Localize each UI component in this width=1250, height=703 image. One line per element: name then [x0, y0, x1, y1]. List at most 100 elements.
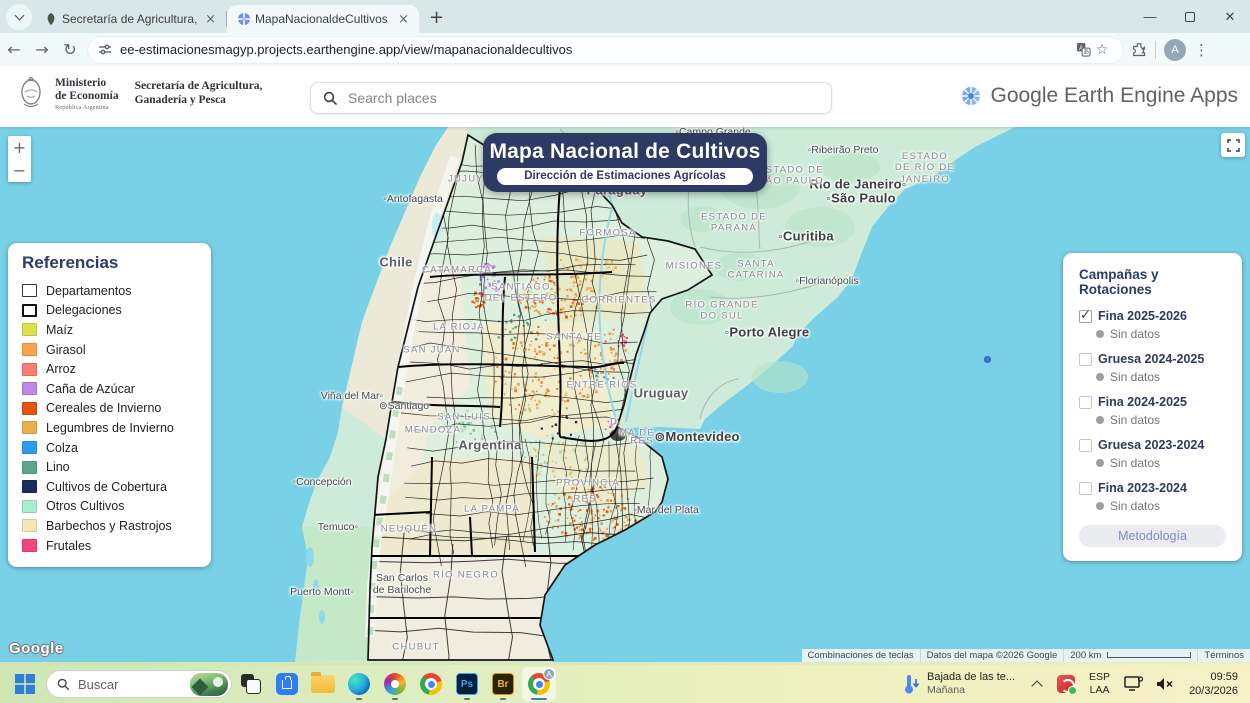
legend-item: Maíz — [22, 320, 197, 340]
folder-icon — [311, 675, 335, 693]
browser-menu-icon[interactable]: ⋮ — [1194, 41, 1209, 59]
tab-secretaria[interactable]: Secretaría de Agricultura, Gana × — [34, 5, 226, 33]
photos-button[interactable] — [378, 667, 412, 701]
legend-swatch — [22, 480, 37, 493]
sin-datos-dot-icon — [1096, 416, 1104, 424]
clock[interactable]: 09:59 20/3/2026 — [1189, 670, 1238, 699]
zoom-out-button[interactable]: − — [8, 159, 31, 182]
map-canvas[interactable]: ◦Campo Grande◦Ribeirão PretoESTADO DE RÍ… — [0, 127, 1250, 662]
legend-label: Delegaciones — [46, 303, 122, 317]
bridge-button[interactable]: Br — [486, 667, 520, 701]
campaign-item: Gruesa 2024-2025 Sin datos — [1079, 352, 1226, 384]
start-button[interactable] — [14, 673, 36, 695]
legend-swatch — [22, 441, 37, 454]
legend-swatch — [22, 363, 37, 376]
secretariat-line2: Ganadería y Pesca — [135, 94, 263, 108]
photos-icon — [384, 673, 406, 695]
volume-button[interactable] — [1156, 676, 1175, 692]
file-explorer-button[interactable] — [306, 667, 340, 701]
legend-swatch — [22, 343, 37, 356]
legend-label: Cereales de Invierno — [46, 401, 161, 415]
campaign-checkbox[interactable] — [1079, 439, 1092, 452]
network-button[interactable] — [1124, 676, 1144, 692]
new-tab-button[interactable]: + — [429, 7, 444, 28]
minimize-button[interactable]: — — [1130, 0, 1170, 33]
legend-item: Caña de Azúcar — [22, 379, 197, 399]
tab-search-button[interactable] — [6, 4, 32, 30]
campaign-sub: Sin datos — [1096, 413, 1226, 427]
campaign-checkbox[interactable] — [1079, 396, 1092, 409]
profile-avatar[interactable]: A — [1164, 39, 1186, 61]
browser-actions: A ⋮ — [1131, 39, 1219, 61]
keyboard-shortcuts-link[interactable]: Combinaciones de teclas — [802, 649, 920, 662]
campaign-checkbox[interactable] — [1079, 310, 1092, 323]
campaign-sub: Sin datos — [1096, 456, 1226, 470]
close-button[interactable]: ✕ — [1210, 0, 1250, 33]
chrome-active-button[interactable]: A — [522, 667, 556, 701]
legend-list: Departamentos Delegaciones Maíz — [22, 281, 197, 555]
taskbar-search-placeholder: Buscar — [78, 677, 190, 692]
zoom-in-button[interactable]: + — [8, 136, 31, 159]
lang-line1: ESP — [1089, 671, 1110, 684]
campaign-checkbox[interactable] — [1079, 482, 1092, 495]
weather-headline: Bajada de las te... — [927, 671, 1015, 684]
metodologia-button[interactable]: Metodología — [1079, 525, 1226, 547]
legend-item: Colza — [22, 438, 197, 458]
weather-widget[interactable]: Bajada de las te... Mañana — [903, 671, 1015, 697]
legend-title: Referencias — [22, 253, 197, 273]
url-field[interactable]: ee-estimacionesmagyp.projects.earthengin… — [88, 37, 1123, 63]
campaign-item: Fina 2023-2024 Sin datos — [1079, 481, 1226, 513]
legend-swatch — [22, 402, 37, 415]
photoshop-icon: Ps — [456, 673, 478, 695]
campaigns-panel: Campañas y Rotaciones Fina 2025-2026 Sin… — [1063, 253, 1242, 561]
map-subtitle: Dirección de Estimaciones Agrícolas — [497, 168, 753, 185]
tab-close-icon[interactable]: × — [201, 12, 220, 27]
earth-engine-app-icon — [237, 12, 251, 26]
address-bar: ← → ↻ ee-estimacionesmagyp.projects.eart… — [0, 33, 1250, 66]
legend-label: Arroz — [46, 362, 76, 376]
scale-text: 200 km — [1070, 650, 1101, 661]
language-indicator[interactable]: ESP LAA — [1089, 671, 1110, 697]
search-icon — [323, 91, 338, 106]
chrome-button[interactable] — [414, 667, 448, 701]
tray-date: 20/3/2026 — [1189, 684, 1238, 698]
tray-overflow-chevron-icon[interactable] — [1031, 680, 1042, 691]
microsoft-store-button[interactable] — [270, 667, 304, 701]
fullscreen-button[interactable] — [1221, 133, 1245, 157]
tray-app-icon[interactable] — [1057, 675, 1075, 693]
forward-button[interactable]: → — [28, 40, 56, 59]
photoshop-button[interactable]: Ps — [450, 667, 484, 701]
reload-button[interactable]: ↻ — [56, 40, 84, 59]
sin-datos-dot-icon — [1096, 502, 1104, 510]
secretariat-line1: Secretaría de Agricultura, — [135, 80, 263, 94]
tab-mapa-nacional[interactable]: MapaNacionaldeCultivos × — [227, 5, 419, 33]
legend-swatch — [22, 461, 37, 474]
edge-button[interactable] — [342, 667, 376, 701]
search-places-input[interactable]: Search places — [310, 82, 832, 114]
tab-close-icon[interactable]: × — [394, 12, 413, 27]
zoom-control: + − — [8, 136, 31, 182]
running-indicator — [464, 698, 470, 701]
translate-icon[interactable]: Aあ — [1076, 42, 1091, 57]
campaign-label: Fina 2024-2025 — [1098, 395, 1187, 409]
scale-bar — [1107, 652, 1191, 658]
campaign-item: Fina 2024-2025 Sin datos — [1079, 395, 1226, 427]
taskbar-search-input[interactable]: Buscar — [46, 670, 232, 698]
task-view-button[interactable] — [234, 667, 268, 701]
campaign-checkbox[interactable] — [1079, 353, 1092, 366]
campaign-label: Fina 2023-2024 — [1098, 481, 1187, 495]
legend-item: Cultivos de Cobertura — [22, 477, 197, 497]
bookmark-star-icon[interactable]: ☆ — [1091, 42, 1113, 58]
chrome-icon — [420, 673, 442, 695]
back-button[interactable]: ← — [0, 40, 28, 59]
legend-swatch — [22, 304, 37, 317]
secretariat-name: Secretaría de Agricultura, Ganadería y P… — [135, 80, 263, 108]
map-copyright: Datos del mapa ©2026 Google — [920, 649, 1064, 662]
terms-link[interactable]: Términos — [1197, 649, 1250, 662]
search-highlight-image[interactable] — [190, 673, 228, 696]
restore-button[interactable] — [1170, 0, 1210, 33]
legend-item: Cereales de Invierno — [22, 399, 197, 419]
profile-badge: A — [543, 668, 555, 680]
divider — [1155, 41, 1156, 59]
extensions-puzzle-icon[interactable] — [1131, 42, 1147, 58]
